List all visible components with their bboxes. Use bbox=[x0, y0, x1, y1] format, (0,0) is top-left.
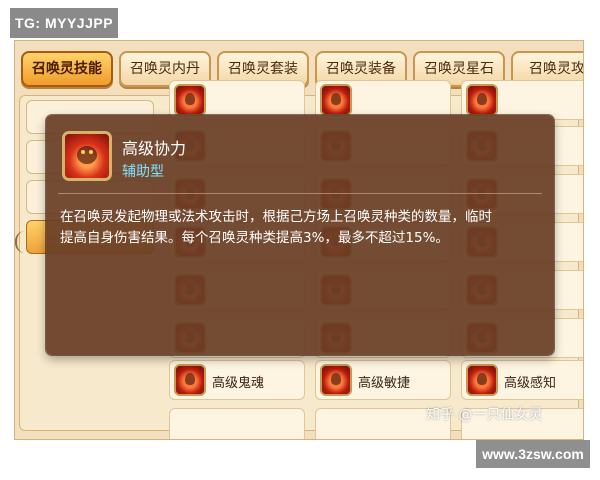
skill-icon bbox=[320, 84, 352, 116]
skill-title: 高级协力 bbox=[122, 139, 187, 158]
skill-name: 高级感知 bbox=[504, 376, 557, 391]
skill-icon bbox=[466, 84, 498, 116]
skill-description: 在召唤灵发起物理或法术攻击时，根据己方场上召唤灵种类的数量，临时 提高自身伤害结… bbox=[60, 207, 538, 249]
skill-cell-ghost[interactable]: 高级鬼魂 bbox=[169, 360, 305, 400]
skill-cell-perception[interactable]: 高级感知 bbox=[461, 360, 583, 400]
perception-skill-icon bbox=[466, 364, 498, 396]
description-line: 提高自身伤害结果。每个召唤灵种类提高3%，最多不超过15%。 bbox=[60, 230, 449, 246]
skill-name: 高级鬼魂 bbox=[212, 376, 265, 391]
skill-cell[interactable] bbox=[169, 408, 305, 439]
skill-cell-agility[interactable]: 高级敏捷 bbox=[315, 360, 451, 400]
watermark-top-left: TG: MYYJJPP bbox=[10, 8, 118, 38]
agility-skill-icon bbox=[320, 364, 352, 396]
divider bbox=[58, 193, 542, 194]
description-line: 在召唤灵发起物理或法术攻击时，根据己方场上召唤灵种类的数量，临时 bbox=[60, 209, 492, 225]
tab-summon-skills[interactable]: 召唤灵技能 bbox=[21, 51, 113, 87]
skill-tooltip: 高级协力 辅助型 在召唤灵发起物理或法术攻击时，根据己方场上召唤灵种类的数量，临… bbox=[46, 115, 554, 355]
watermark-site: www.3zsw.com bbox=[476, 440, 590, 468]
skill-icon bbox=[174, 84, 206, 116]
ghost-skill-icon bbox=[174, 364, 206, 396]
skill-cell[interactable] bbox=[169, 80, 305, 120]
skill-cell[interactable] bbox=[461, 80, 583, 120]
scroll-arrow-icon[interactable] bbox=[15, 231, 25, 253]
cooperation-skill-icon bbox=[62, 131, 112, 181]
watermark-zhihu: 知乎 @一只仙女灵 bbox=[426, 407, 543, 423]
skill-name: 高级敏捷 bbox=[358, 376, 411, 391]
skill-cell[interactable] bbox=[315, 80, 451, 120]
skill-type: 辅助型 bbox=[122, 164, 164, 180]
